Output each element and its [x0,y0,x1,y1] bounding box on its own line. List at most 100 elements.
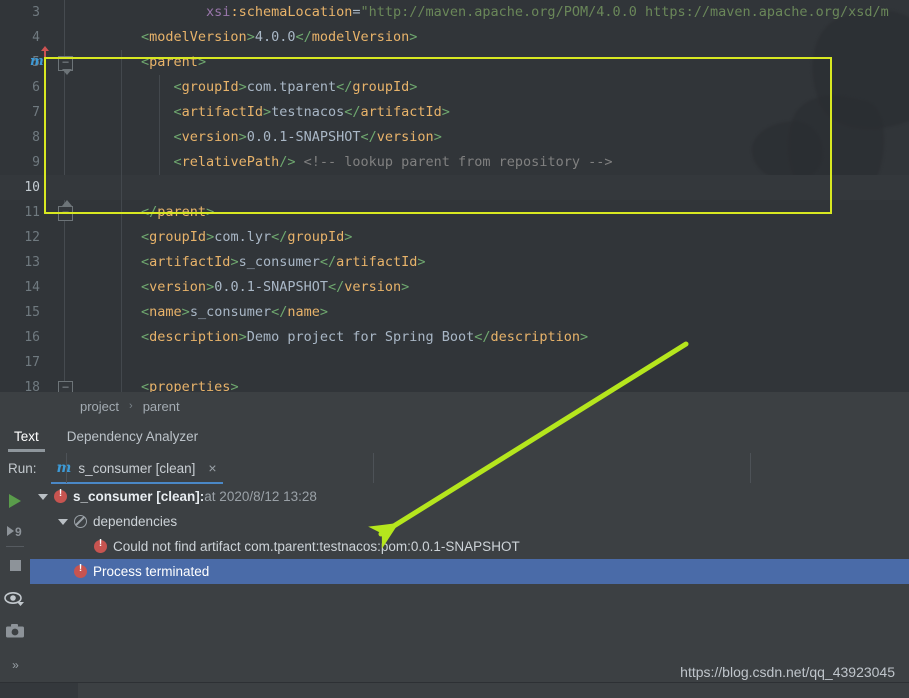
code-line[interactable]: 3 xsi:schemaLocation="http://maven.apach… [0,0,909,25]
code-text: <description>Demo project for Spring Boo… [76,325,909,350]
maven-marker-icon[interactable]: m [30,54,44,69]
code-token: relativePath [181,154,280,170]
close-icon[interactable]: × [208,461,216,475]
tab-text[interactable]: Text [0,420,53,452]
code-token: > [409,79,418,95]
line-number: 15 [24,305,40,320]
expander-triangle-icon[interactable] [38,493,48,500]
code-token: com.lyr [214,229,272,245]
tab-dependency-analyzer[interactable]: Dependency Analyzer [53,420,212,452]
run-output-tree[interactable]: s_consumer [clean]: at 2020/8/12 13:28 de… [30,484,909,682]
export-screenshot-button[interactable] [0,616,30,646]
code-line[interactable]: 12 <groupId>com.lyr</groupId> [0,225,909,250]
code-line[interactable]: 5 <parent> [0,50,909,75]
code-token: > [206,204,215,220]
tree-node-text: Could not find artifact com.tparent:test… [113,539,520,554]
code-token: < [76,129,182,145]
header-divider [66,453,67,483]
rerun-nine-icon: 9 [7,525,22,539]
code-editor[interactable]: 3 xsi:schemaLocation="http://maven.apach… [0,0,909,392]
code-token: > [401,279,410,295]
code-line[interactable]: 11 </parent> [0,200,909,225]
code-token: version [376,129,434,145]
fold-marker-close[interactable]: – [58,200,73,221]
line-number: 4 [32,30,40,45]
editor-view-tabs[interactable]: Text Dependency Analyzer [0,420,909,452]
code-token: </ [295,29,312,45]
tree-row[interactable]: Could not find artifact com.tparent:test… [30,534,909,559]
code-token: > [433,129,442,145]
code-token: < [76,154,182,170]
status-bar [0,682,909,698]
code-token: </ [76,204,158,220]
breadcrumb-item-parent[interactable]: parent [141,399,182,414]
code-token: > [238,79,247,95]
code-token: </ [474,329,491,345]
code-token: artifactId [181,104,263,120]
tree-node-text: Process terminated [93,564,210,579]
code-token: > [230,379,239,392]
code-token: groupId [181,79,239,95]
more-options-button[interactable]: » [0,650,30,680]
run-tab-s-consumer-clean[interactable]: m s_consumer [clean] × [47,453,227,484]
toggle-visibility-button[interactable] [0,584,30,614]
code-text: </parent> [76,200,909,225]
fold-marker-open[interactable]: – [58,381,73,392]
stop-button[interactable] [0,550,30,580]
code-token: Demo project for Spring Boot [246,329,475,345]
code-token: <!-- lookup parent from repository --> [295,154,613,170]
code-token: xsi [76,4,231,20]
code-line[interactable]: 4 <modelVersion>4.0.0</modelVersion> [0,25,909,50]
tree-row[interactable]: dependencies [30,509,909,534]
code-text: <groupId>com.lyr</groupId> [76,225,909,250]
tree-node-title: s_consumer [clean]: [73,489,205,504]
code-line[interactable]: 17 [0,350,909,375]
run-label: Run: [8,460,37,476]
code-text: <artifactId>s_consumer</artifactId> [76,250,909,275]
breadcrumb-separator-icon: › [129,400,133,412]
code-token: groupId [287,229,345,245]
code-token: </ [328,279,345,295]
code-line[interactable]: 9 <relativePath/> <!-- lookup parent fro… [0,150,909,175]
code-token: > [344,229,353,245]
svg-text:9: 9 [15,525,22,539]
code-token: version [181,129,239,145]
code-token: 4.0.0 [254,29,296,45]
code-line[interactable]: 14 <version>0.0.1-SNAPSHOT</version> [0,275,909,300]
breadcrumb-item-project[interactable]: project [78,399,121,414]
run-toolbar[interactable]: 9 » [0,484,31,682]
breadcrumb[interactable]: project › parent [0,392,909,420]
code-line[interactable]: 10 [0,175,909,200]
code-token: > [197,54,207,70]
code-token: :schemaLocation [230,4,353,20]
code-line[interactable]: 15 <name>s_consumer</name> [0,300,909,325]
code-token: version [344,279,402,295]
expander-triangle-icon[interactable] [58,518,68,525]
code-token: description [490,329,580,345]
tree-row[interactable]: s_consumer [clean]: at 2020/8/12 13:28 [30,484,909,509]
code-token: < [76,379,150,392]
code-line[interactable]: 18 <properties> [0,375,909,392]
tree-row-selected[interactable]: Process terminated [30,559,909,584]
code-token: s_consumer [238,254,320,270]
code-line[interactable]: 7 <artifactId>testnacos</artifactId> [0,100,909,125]
fold-marker-open[interactable]: – [58,56,73,75]
code-token: properties [149,379,231,392]
indent-guide [121,50,122,392]
code-token: groupId [149,229,207,245]
code-line[interactable]: 16 <description>Demo project for Spring … [0,325,909,350]
code-line[interactable]: 13 <artifactId>s_consumer</artifactId> [0,250,909,275]
eye-icon [4,592,24,606]
code-line[interactable]: 6 <groupId>com.tparent</groupId> [0,75,909,100]
line-number: 10 [24,180,40,195]
rerun-button[interactable] [0,486,30,516]
code-line[interactable]: 8 <version>0.0.1-SNAPSHOT</version> [0,125,909,150]
code-token: > [230,254,239,270]
code-token: < [76,29,150,45]
tree-node-text: dependencies [93,514,178,529]
rerun-failed-tests-button[interactable]: 9 [0,516,30,546]
code-token: artifactId [149,254,231,270]
line-number: 9 [32,155,40,170]
error-icon [74,563,87,578]
toolbar-separator [6,546,24,547]
